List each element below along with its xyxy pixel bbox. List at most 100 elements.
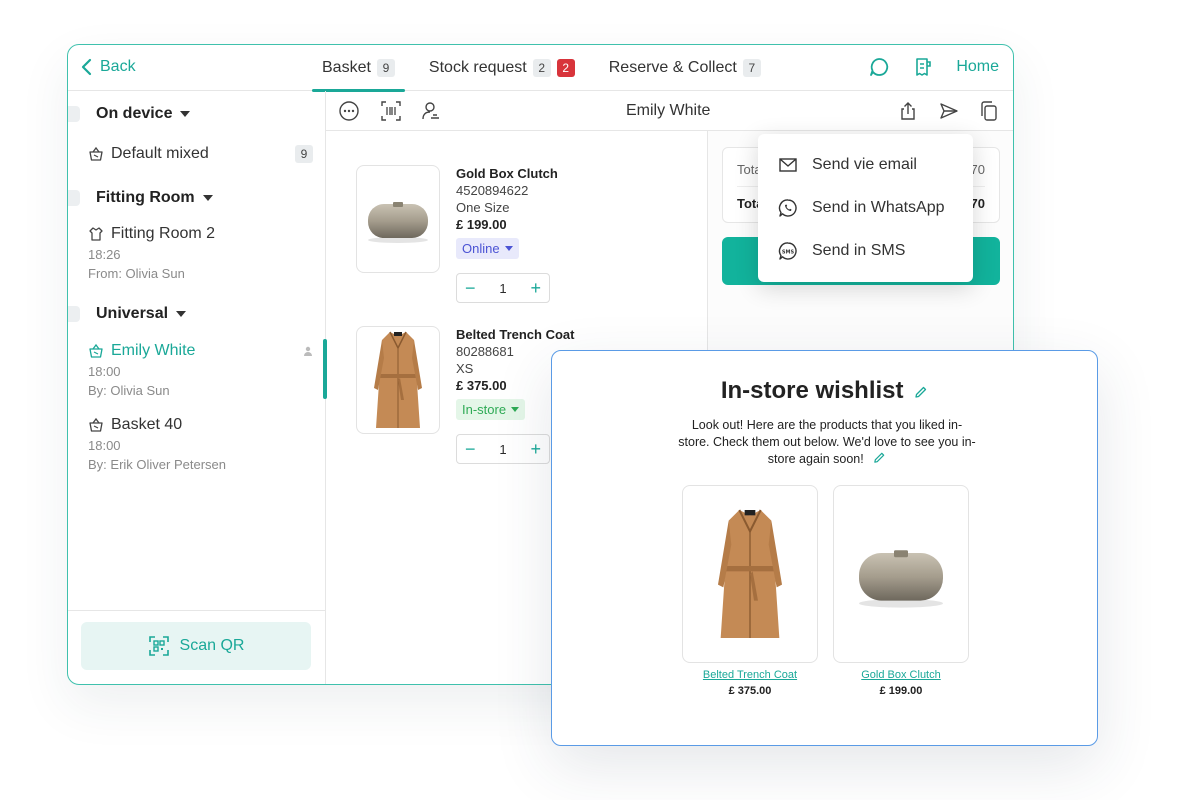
back-button[interactable]: Back bbox=[80, 58, 136, 76]
wishlist-message: Look out! Here are the products that you… bbox=[678, 418, 976, 466]
basket-item-basket-40[interactable]: Basket 40 18:00 By: Erik Oliver Petersen bbox=[88, 416, 313, 472]
mail-icon bbox=[779, 158, 797, 172]
channel-label: In-store bbox=[462, 402, 507, 417]
customer-name: Emily White bbox=[626, 102, 711, 119]
alert-badge: 2 bbox=[556, 59, 575, 77]
item-time: 18:26 bbox=[88, 247, 121, 262]
clutch-image bbox=[859, 550, 943, 608]
top-actions: Home bbox=[868, 56, 999, 78]
item-title: Basket 40 bbox=[88, 416, 313, 434]
group-header-fitting-room[interactable]: Fitting Room bbox=[68, 189, 213, 207]
wishlist-product-card[interactable] bbox=[833, 485, 969, 663]
tab-reserve-collect[interactable]: Reserve & Collect 7 bbox=[599, 45, 771, 91]
caret-down-icon bbox=[511, 407, 520, 412]
count-badge: 9 bbox=[295, 145, 313, 163]
caret-down-icon bbox=[504, 246, 513, 251]
wishlist-product-link[interactable]: Gold Box Clutch bbox=[833, 669, 969, 681]
wishlist-product-link[interactable]: Belted Trench Coat bbox=[682, 669, 818, 681]
send-icon[interactable] bbox=[938, 100, 960, 122]
item-owner: By: Olivia Sun bbox=[88, 383, 170, 398]
svg-text:SMS: SMS bbox=[782, 249, 795, 255]
channel-dropdown[interactable]: Online bbox=[456, 238, 519, 259]
product-price: £ 199.00 bbox=[456, 217, 507, 232]
menu-item-email[interactable]: Send vie email bbox=[778, 155, 917, 175]
group-header-on-device[interactable]: On device bbox=[68, 105, 191, 123]
sms-icon: SMS bbox=[778, 242, 797, 260]
caret-down-icon bbox=[202, 195, 213, 201]
qr-code-icon bbox=[148, 636, 169, 656]
plus-icon[interactable]: + bbox=[530, 440, 541, 458]
product-name: Belted Trench Coat bbox=[456, 327, 575, 342]
item-name: Basket 40 bbox=[111, 416, 183, 433]
sidebar-footer: Scan QR bbox=[68, 610, 325, 684]
item-title: Emily White bbox=[88, 342, 313, 360]
scan-qr-button[interactable]: Scan QR bbox=[81, 622, 311, 670]
barcode-scan-icon[interactable] bbox=[380, 100, 402, 122]
customer-assign-icon[interactable] bbox=[420, 100, 442, 122]
basket-icon bbox=[89, 417, 103, 432]
pencil-icon[interactable] bbox=[873, 451, 886, 464]
share-icon[interactable] bbox=[897, 100, 919, 122]
chevron-left-icon bbox=[81, 58, 92, 76]
receipt-icon[interactable] bbox=[912, 56, 934, 78]
group-header-universal[interactable]: Universal bbox=[68, 305, 187, 323]
more-icon[interactable] bbox=[338, 100, 360, 122]
pencil-icon[interactable] bbox=[914, 385, 928, 399]
wishlist-message-row: Look out! Here are the products that you… bbox=[677, 417, 977, 468]
group-marker bbox=[68, 306, 80, 322]
minus-icon[interactable]: − bbox=[465, 279, 476, 297]
basket-item-default-mixed[interactable]: Default mixed 9 bbox=[88, 145, 313, 163]
quantity-value: 1 bbox=[499, 280, 507, 296]
item-time: 18:00 bbox=[88, 364, 121, 379]
channel-label: Online bbox=[462, 241, 500, 256]
clutch-image bbox=[368, 202, 428, 243]
menu-item-label: Send in SMS bbox=[812, 242, 906, 259]
minus-icon[interactable]: − bbox=[465, 440, 476, 458]
hanger-shirt-icon bbox=[89, 227, 103, 241]
wishlist-title: In-store wishlist bbox=[720, 377, 904, 404]
whatsapp-icon bbox=[778, 199, 797, 217]
wishlist-product-price: £ 199.00 bbox=[879, 685, 923, 697]
wishlist-email-preview: In-store wishlist Look out! Here are the… bbox=[551, 350, 1098, 746]
group-title: Universal bbox=[96, 305, 169, 322]
back-label: Back bbox=[100, 58, 136, 75]
quantity-stepper[interactable]: − 1 + bbox=[456, 434, 550, 464]
home-link[interactable]: Home bbox=[956, 58, 999, 76]
basket-item-emily-white[interactable]: Emily White 18:00 By: Olivia Sun bbox=[88, 342, 313, 398]
quantity-value: 1 bbox=[499, 441, 507, 457]
quantity-stepper[interactable]: − 1 + bbox=[456, 273, 550, 303]
wishlist-product-price: £ 375.00 bbox=[728, 685, 772, 697]
item-owner: By: Erik Oliver Petersen bbox=[88, 457, 226, 472]
item-title: Fitting Room 2 bbox=[88, 225, 313, 243]
product-sku: 4520894622 bbox=[456, 183, 529, 198]
tab-stock-request[interactable]: Stock request 2 2 bbox=[419, 45, 585, 91]
trench-coat-image bbox=[718, 509, 782, 638]
menu-item-sms[interactable]: SMS Send in SMS bbox=[778, 241, 905, 261]
menu-item-label: Send vie email bbox=[812, 156, 917, 173]
wishlist-title-row: In-store wishlist bbox=[552, 377, 1097, 405]
product-image-clutch[interactable] bbox=[356, 165, 440, 273]
product-image-trench[interactable] bbox=[356, 326, 440, 434]
count-badge: 7 bbox=[742, 59, 761, 77]
menu-item-whatsapp[interactable]: Send in WhatsApp bbox=[778, 198, 945, 218]
caret-down-icon bbox=[180, 111, 191, 117]
chat-icon[interactable] bbox=[868, 56, 890, 78]
tab-bar: Basket 9 Stock request 2 2 Reserve & Col… bbox=[312, 45, 785, 92]
tab-basket[interactable]: Basket 9 bbox=[312, 45, 405, 92]
item-time: 18:00 bbox=[88, 438, 121, 453]
top-bar: Back Basket 9 Stock request 2 2 Reserve … bbox=[68, 45, 1013, 92]
product-size: One Size bbox=[456, 200, 510, 215]
menu-item-label: Send in WhatsApp bbox=[812, 199, 945, 216]
basket-toolbar: Emily White bbox=[326, 91, 1013, 131]
wishlist-product-card[interactable] bbox=[682, 485, 818, 663]
channel-dropdown[interactable]: In-store bbox=[456, 399, 526, 420]
tab-label: Reserve & Collect bbox=[608, 59, 737, 76]
product-name: Gold Box Clutch bbox=[456, 166, 558, 181]
basket-icon bbox=[89, 343, 103, 358]
baskets-sidebar: On device Default mixed 9 Fitting Room F… bbox=[68, 91, 327, 684]
basket-item-fitting-room-2[interactable]: Fitting Room 2 18:26 From: Olivia Sun bbox=[88, 225, 313, 281]
tab-label: Basket bbox=[322, 59, 371, 76]
plus-icon[interactable]: + bbox=[530, 279, 541, 297]
copy-icon[interactable] bbox=[978, 100, 1000, 122]
group-title: On device bbox=[96, 105, 173, 122]
